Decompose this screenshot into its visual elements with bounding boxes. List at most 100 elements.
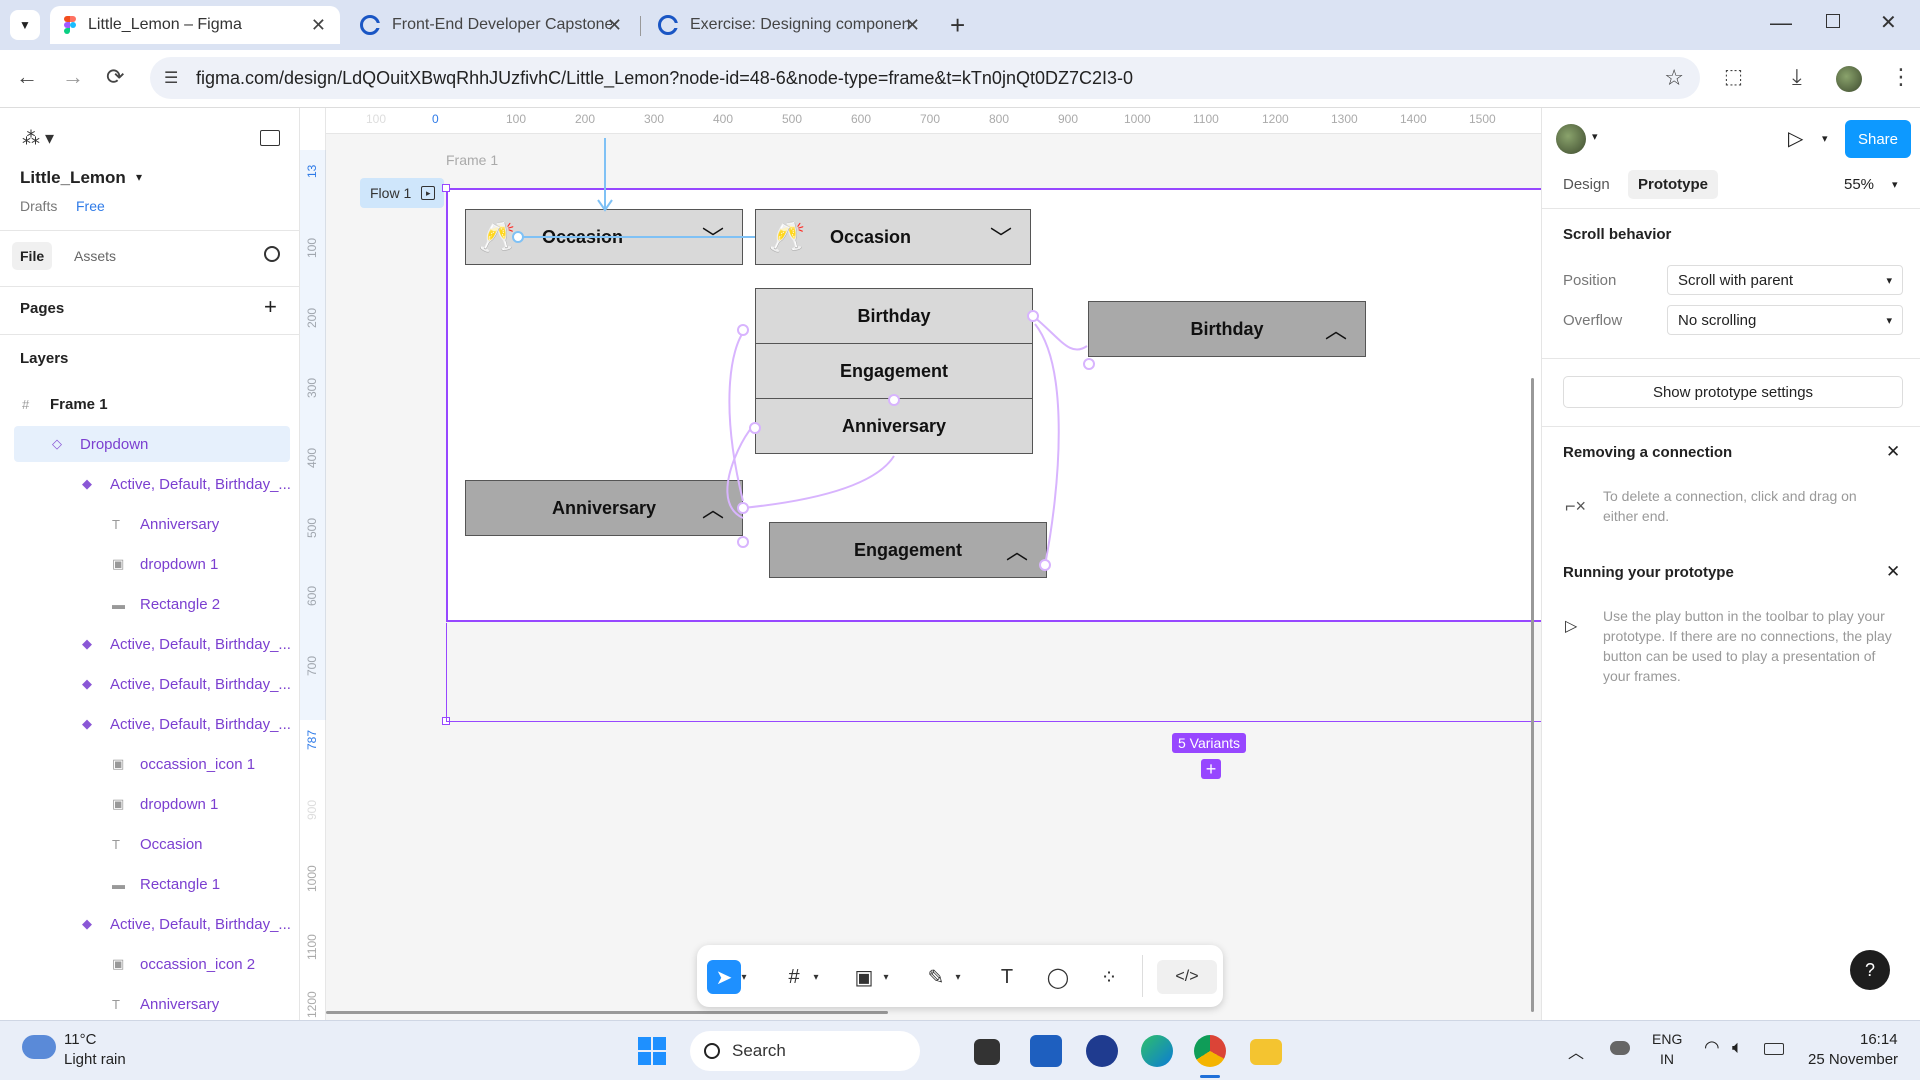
close-icon[interactable]: ✕ bbox=[607, 15, 622, 36]
clock-date[interactable]: 25 November bbox=[1808, 1051, 1898, 1068]
layer-row[interactable]: ▬ Rectangle 1 bbox=[0, 866, 300, 902]
option-birthday[interactable]: Birthday bbox=[755, 288, 1033, 344]
tab-file[interactable]: File bbox=[12, 242, 53, 270]
edge-icon[interactable] bbox=[1141, 1035, 1173, 1067]
chevron-down-icon[interactable]: ▾ bbox=[737, 960, 751, 994]
url-field[interactable]: ☰ figma.com/design/LdQOuitXBwqRhhJUzfivh… bbox=[150, 57, 1700, 99]
pen-tool-icon[interactable]: ✎ bbox=[919, 960, 953, 994]
window-close-icon[interactable]: ✕ bbox=[1880, 10, 1897, 35]
weather-desc[interactable]: Light rain bbox=[64, 1051, 126, 1068]
store-icon[interactable] bbox=[1030, 1035, 1062, 1067]
file-location[interactable]: Drafts bbox=[20, 198, 57, 214]
extensions-icon[interactable]: ⬚ bbox=[1724, 64, 1743, 89]
flow-play-icon[interactable]: ▸ bbox=[421, 186, 436, 200]
wifi-icon[interactable]: ◠ bbox=[1704, 1037, 1720, 1058]
minimize-icon[interactable]: — bbox=[1770, 10, 1792, 36]
layer-row[interactable]: ▣ occassion_icon 1 bbox=[0, 746, 300, 782]
chevron-down-icon[interactable]: ▾ bbox=[1892, 178, 1898, 191]
flow-starting-point[interactable]: Flow 1 ▸ bbox=[360, 178, 444, 208]
onedrive-icon[interactable] bbox=[1610, 1041, 1630, 1055]
add-variant-icon[interactable]: + bbox=[1201, 759, 1221, 779]
design-canvas[interactable]: Frame 1 Flow 1 ▸ 5 Variants + 🥂 Occasion… bbox=[300, 108, 1541, 1020]
dropdown-anniversary-selected[interactable]: Anniversary ︿ bbox=[465, 480, 743, 536]
site-info-icon[interactable]: ☰ bbox=[164, 68, 178, 88]
forward-icon[interactable]: → bbox=[62, 64, 84, 90]
layer-row[interactable]: ▣ dropdown 1 bbox=[0, 786, 300, 822]
chrome-icon[interactable] bbox=[1194, 1035, 1226, 1067]
lang-line2[interactable]: IN bbox=[1660, 1051, 1674, 1067]
chevron-down-icon[interactable]: ▾ bbox=[1822, 132, 1828, 145]
vertical-scrollbar[interactable] bbox=[1531, 378, 1534, 1012]
layer-row[interactable]: ◆ Active, Default, Birthday_... bbox=[0, 706, 300, 742]
dropdown-occasion-hover[interactable]: 🥂 Occasion ﹀ bbox=[755, 209, 1031, 265]
chevron-down-icon[interactable]: ▾ bbox=[809, 960, 823, 994]
layer-row[interactable]: ◆ Active, Default, Birthday_... bbox=[0, 906, 300, 942]
main-menu-icon[interactable]: ⁂ ▾ bbox=[22, 128, 54, 149]
new-tab-icon[interactable]: + bbox=[950, 10, 965, 41]
horizontal-scrollbar[interactable] bbox=[326, 1011, 888, 1014]
back-icon[interactable]: ← bbox=[16, 64, 38, 90]
share-button[interactable]: Share bbox=[1845, 120, 1911, 158]
user-avatar[interactable] bbox=[1556, 124, 1586, 154]
chevron-up-icon[interactable]: ︿ bbox=[1568, 1039, 1584, 1063]
layer-row[interactable]: ◆ Active, Default, Birthday_... bbox=[0, 666, 300, 702]
dev-mode-icon[interactable]: </> bbox=[1157, 960, 1217, 994]
dropdown-engagement-selected[interactable]: Engagement ︿ bbox=[769, 522, 1047, 578]
frame-handle[interactable] bbox=[442, 184, 450, 192]
download-icon[interactable]: ⤓ bbox=[1792, 64, 1802, 90]
option-engagement[interactable]: Engagement bbox=[755, 343, 1033, 399]
overflow-select[interactable]: No scrolling ▾ bbox=[1667, 305, 1903, 335]
close-icon[interactable]: ✕ bbox=[311, 15, 326, 36]
start-button[interactable] bbox=[638, 1037, 666, 1065]
layer-row[interactable]: ▣ dropdown 1 bbox=[0, 546, 300, 582]
toggle-sidebar-icon[interactable] bbox=[260, 130, 280, 146]
layer-row[interactable]: T Occasion bbox=[0, 826, 300, 862]
bookmark-star-icon[interactable]: ☆ bbox=[1664, 65, 1684, 91]
chevron-down-icon[interactable]: ▾ bbox=[1592, 130, 1598, 143]
restore-icon[interactable] bbox=[1826, 14, 1840, 28]
close-icon[interactable]: ✕ bbox=[1886, 442, 1900, 462]
tab-prototype[interactable]: Prototype bbox=[1628, 170, 1719, 199]
layer-row[interactable]: ▬ Rectangle 2 bbox=[0, 586, 300, 622]
layer-row[interactable]: # Frame 1 bbox=[0, 386, 300, 422]
zoom-level[interactable]: 55% bbox=[1844, 176, 1874, 193]
weather-cloud-icon[interactable] bbox=[22, 1035, 56, 1059]
option-anniversary[interactable]: Anniversary bbox=[755, 398, 1033, 454]
present-play-icon[interactable]: ▷ bbox=[1788, 126, 1803, 151]
close-icon[interactable]: ✕ bbox=[905, 15, 920, 36]
clock-time[interactable]: 16:14 bbox=[1860, 1031, 1898, 1048]
battery-icon[interactable] bbox=[1764, 1043, 1784, 1055]
profile-avatar[interactable] bbox=[1836, 66, 1862, 92]
frame-tool-icon[interactable]: # bbox=[777, 960, 811, 994]
tab-assets[interactable]: Assets bbox=[74, 248, 116, 264]
move-tool-icon[interactable]: ➤ bbox=[707, 960, 741, 994]
variants-badge[interactable]: 5 Variants bbox=[1172, 733, 1246, 753]
show-prototype-settings-button[interactable]: Show prototype settings bbox=[1563, 376, 1903, 408]
position-select[interactable]: Scroll with parent ▾ bbox=[1667, 265, 1903, 295]
chevron-down-icon[interactable]: ▾ bbox=[879, 960, 893, 994]
actions-tool-icon[interactable]: ⁘ bbox=[1092, 960, 1126, 994]
tab-capstone[interactable]: Front-End Developer Capstone ✕ bbox=[346, 6, 636, 44]
layer-row[interactable]: ◇ Dropdown bbox=[14, 426, 290, 462]
tab-design[interactable]: Design bbox=[1563, 176, 1610, 193]
layer-row[interactable]: ▣ occassion_icon 2 bbox=[0, 946, 300, 982]
help-button[interactable]: ? bbox=[1850, 950, 1890, 990]
lang-line1[interactable]: ENG bbox=[1652, 1031, 1682, 1047]
volume-icon[interactable]: 🔈︎ bbox=[1732, 1037, 1743, 1058]
comment-tool-icon[interactable]: ◯ bbox=[1041, 960, 1075, 994]
dell-icon[interactable] bbox=[1086, 1035, 1118, 1067]
close-icon[interactable]: ✕ bbox=[1886, 562, 1900, 582]
file-name[interactable]: Little_Lemon bbox=[20, 168, 126, 188]
browser-menu-icon[interactable]: ⋮ bbox=[1890, 64, 1912, 90]
frame-label[interactable]: Frame 1 bbox=[446, 152, 498, 168]
weather-temp[interactable]: 11°C bbox=[64, 1031, 96, 1048]
layer-row[interactable]: T Anniversary bbox=[0, 506, 300, 542]
dropdown-birthday-selected[interactable]: Birthday ︿ bbox=[1088, 301, 1366, 357]
taskbar-search[interactable]: Search bbox=[690, 1031, 920, 1071]
search-icon[interactable] bbox=[264, 246, 280, 262]
tab-figma[interactable]: Little_Lemon – Figma ✕ bbox=[50, 6, 340, 44]
chevron-down-icon[interactable]: ▾ bbox=[136, 170, 142, 184]
tab-list-chevron-icon[interactable]: ▼ bbox=[10, 10, 40, 40]
folder-icon[interactable] bbox=[1250, 1039, 1282, 1065]
reload-icon[interactable]: ⟳ bbox=[106, 64, 124, 90]
